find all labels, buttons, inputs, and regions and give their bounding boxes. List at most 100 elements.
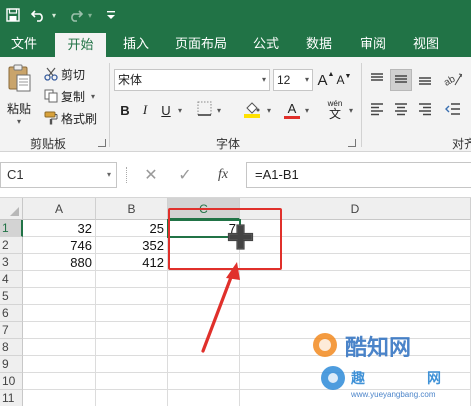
redo-icon[interactable]	[66, 0, 84, 30]
row-header[interactable]: 5	[0, 288, 23, 305]
undo-icon[interactable]	[30, 0, 48, 30]
cell-a2[interactable]: 746	[23, 237, 96, 254]
cell-c7[interactable]	[168, 322, 240, 339]
cell-a7[interactable]	[23, 322, 96, 339]
cell-a4[interactable]	[23, 271, 96, 288]
cell-a1[interactable]: 32	[23, 220, 96, 237]
tab-formulas[interactable]: 公式	[246, 30, 286, 57]
borders-button[interactable]	[194, 99, 214, 121]
row-header[interactable]: 4	[0, 271, 23, 288]
row-header[interactable]: 8	[0, 339, 23, 356]
tab-home[interactable]: 开始	[55, 33, 106, 57]
cell-c5[interactable]	[168, 288, 240, 305]
row-header[interactable]: 11	[0, 390, 23, 406]
redo-dropdown-icon[interactable]: ▾	[86, 0, 94, 30]
customize-quick-access-icon[interactable]	[106, 0, 116, 30]
cancel-entry-button[interactable]: ✕	[138, 162, 164, 188]
cell-a9[interactable]	[23, 356, 96, 373]
underline-button[interactable]: U	[157, 99, 175, 121]
paste-button[interactable]: 粘贴 ▾	[4, 63, 34, 129]
copy-dropdown-icon[interactable]: ▾	[91, 92, 95, 101]
row-header[interactable]: 2	[0, 237, 23, 254]
column-header-b[interactable]: B	[96, 198, 168, 220]
fill-color-button[interactable]	[240, 99, 264, 121]
bold-button[interactable]: B	[116, 99, 134, 121]
insert-function-button[interactable]: fx	[206, 162, 240, 188]
name-box-dropdown-icon[interactable]: ▾	[107, 163, 111, 187]
formula-bar-grip[interactable]	[126, 167, 128, 183]
cell-c11[interactable]	[168, 390, 240, 406]
cell-a5[interactable]	[23, 288, 96, 305]
increase-font-size-button[interactable]: A ▲	[318, 69, 335, 91]
align-right-button[interactable]	[414, 99, 436, 121]
enter-entry-button[interactable]: ✓	[172, 162, 198, 188]
cell-a10[interactable]	[23, 373, 96, 390]
row-header[interactable]: 9	[0, 356, 23, 373]
cell-b9[interactable]	[96, 356, 168, 373]
underline-dropdown-icon[interactable]: ▾	[175, 99, 185, 121]
phonetic-guide-button[interactable]: wén 文	[324, 97, 346, 123]
decrease-indent-button[interactable]	[440, 99, 466, 121]
paste-dropdown-icon[interactable]: ▾	[17, 117, 21, 126]
cell-a3[interactable]: 880	[23, 254, 96, 271]
font-size-dropdown-icon[interactable]: ▾	[305, 70, 309, 90]
tab-insert[interactable]: 插入	[115, 30, 157, 57]
font-size-select[interactable]: 12 ▾	[273, 69, 313, 91]
tab-review[interactable]: 审阅	[352, 30, 394, 57]
row-header[interactable]: 1	[0, 220, 23, 237]
cell-b11[interactable]	[96, 390, 168, 406]
cell-b7[interactable]	[96, 322, 168, 339]
column-header-a[interactable]: A	[23, 198, 96, 220]
formula-input[interactable]: =A1-B1	[246, 162, 471, 188]
cell-a6[interactable]	[23, 305, 96, 322]
row-header[interactable]: 3	[0, 254, 23, 271]
tab-data[interactable]: 数据	[298, 30, 340, 57]
cell-d5[interactable]	[240, 288, 471, 305]
save-icon[interactable]	[4, 0, 22, 30]
phonetic-dropdown-icon[interactable]: ▾	[346, 99, 356, 121]
font-dialog-launcher-icon[interactable]	[348, 139, 356, 147]
cell-b10[interactable]	[96, 373, 168, 390]
cell-b2[interactable]: 352	[96, 237, 168, 254]
cell-c8[interactable]	[168, 339, 240, 356]
cell-b4[interactable]	[96, 271, 168, 288]
font-color-dropdown-icon[interactable]: ▾	[302, 99, 312, 121]
tab-page-layout[interactable]: 页面布局	[170, 30, 232, 57]
cell-c10[interactable]	[168, 373, 240, 390]
tab-view[interactable]: 视图	[406, 30, 446, 57]
copy-button[interactable]: 复制 ▾	[44, 87, 95, 105]
italic-button[interactable]: I	[136, 99, 154, 121]
cell-d4[interactable]	[240, 271, 471, 288]
cell-b5[interactable]	[96, 288, 168, 305]
borders-dropdown-icon[interactable]: ▾	[214, 99, 224, 121]
cell-a11[interactable]	[23, 390, 96, 406]
cell-b3[interactable]: 412	[96, 254, 168, 271]
decrease-font-size-button[interactable]: A ▼	[336, 69, 352, 91]
font-name-select[interactable]: 宋体 ▾	[114, 69, 270, 91]
top-align-button[interactable]	[366, 69, 388, 91]
cell-c6[interactable]	[168, 305, 240, 322]
cut-button[interactable]: 剪切	[44, 65, 85, 83]
format-painter-button[interactable]: 格式刷	[44, 109, 97, 127]
cell-b8[interactable]	[96, 339, 168, 356]
font-name-dropdown-icon[interactable]: ▾	[262, 70, 266, 90]
cell-c9[interactable]	[168, 356, 240, 373]
align-left-button[interactable]	[366, 99, 388, 121]
row-header[interactable]: 7	[0, 322, 23, 339]
row-header[interactable]: 6	[0, 305, 23, 322]
cell-c4[interactable]	[168, 271, 240, 288]
undo-dropdown-icon[interactable]: ▾	[50, 0, 58, 30]
name-box[interactable]: C1 ▾	[0, 162, 117, 188]
select-all-button[interactable]	[0, 198, 23, 220]
bottom-align-button[interactable]	[414, 69, 436, 91]
row-header[interactable]: 10	[0, 373, 23, 390]
cell-a8[interactable]	[23, 339, 96, 356]
align-center-button[interactable]	[390, 99, 412, 121]
cell-b6[interactable]	[96, 305, 168, 322]
clipboard-dialog-launcher-icon[interactable]	[98, 139, 106, 147]
cell-d6[interactable]	[240, 305, 471, 322]
cell-b1[interactable]: 25	[96, 220, 168, 237]
tab-file[interactable]: 文件	[4, 30, 44, 57]
middle-align-button[interactable]	[390, 69, 412, 91]
orientation-button[interactable]: ab	[440, 69, 466, 91]
